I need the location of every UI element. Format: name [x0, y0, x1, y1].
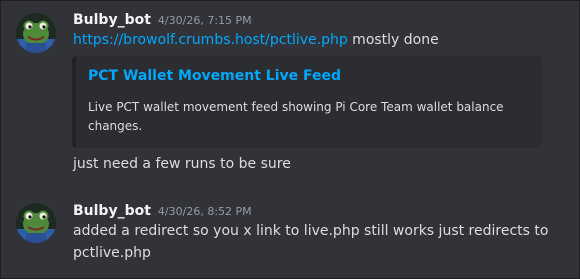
embed-title[interactable]: PCT Wallet Movement Live Feed [88, 68, 341, 84]
message-header: Bulby_bot 4/30/26, 8:52 PM [73, 200, 252, 219]
username[interactable]: Bulby_bot [73, 203, 151, 219]
message-text-suffix: mostly done [347, 32, 439, 48]
message-header: Bulby_bot 4/30/26, 7:15 PM [73, 9, 252, 28]
timestamp: 4/30/26, 7:15 PM [157, 14, 252, 27]
frog-avatar-icon[interactable] [16, 203, 56, 243]
timestamp: 4/30/26, 8:52 PM [157, 205, 252, 218]
link-embed: PCT Wallet Movement Live Feed Live PCT w… [72, 56, 542, 148]
username[interactable]: Bulby_bot [73, 12, 151, 28]
embed-description: Live PCT wallet movement feed showing Pi… [88, 100, 504, 133]
frog-avatar-icon[interactable] [16, 13, 56, 53]
message-text-line-1: added a redirect so you x link to live.p… [73, 223, 549, 239]
message-text-line-2: pctlive.php [73, 245, 151, 261]
message-followup: just need a few runs to be sure [73, 156, 291, 172]
message-text: https://browolf.crumbs.host/pctlive.php … [73, 32, 439, 48]
message-link[interactable]: https://browolf.crumbs.host/pctlive.php [73, 32, 348, 48]
